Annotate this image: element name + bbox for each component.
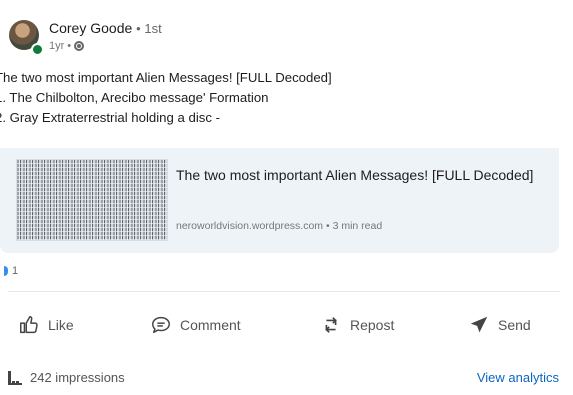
link-thumbnail[interactable] [16, 159, 168, 241]
like-icon [20, 316, 38, 334]
impressions[interactable]: 242 impressions [8, 370, 125, 385]
source-separator: • [325, 220, 333, 232]
reactions-summary[interactable]: 1 [4, 264, 18, 278]
link-source: neroworldvision.wordpress.com • 3 min re… [176, 220, 382, 232]
comment-icon [152, 316, 170, 334]
meta-separator: • [67, 40, 72, 52]
post-line: 1. The Chilbolton, Arecibo message' Form… [0, 90, 269, 105]
repost-icon [325, 317, 337, 333]
author-line: Corey Goode • 1st [49, 20, 162, 36]
link-preview-card[interactable]: The two most important Alien Messages! [… [0, 148, 559, 253]
comment-button[interactable]: Comment [150, 308, 241, 342]
link-domain: neroworldvision.wordpress.com [176, 220, 324, 232]
reaction-icon [4, 266, 8, 276]
send-icon [470, 316, 488, 333]
send-button[interactable]: Send [468, 308, 531, 342]
post-text: The two most important Alien Messages! [… [0, 68, 560, 128]
post-actions: Like Comment Repost Send [0, 308, 573, 342]
reaction-count: 1 [12, 265, 19, 277]
post-line: The two most important Alien Messages! [… [0, 70, 332, 85]
send-label: Send [498, 317, 531, 333]
comment-label: Comment [180, 317, 241, 333]
connection-degree: • 1st [136, 21, 162, 36]
like-label: Like [48, 317, 74, 333]
link-read-time: 3 min read [332, 220, 383, 232]
view-analytics-link[interactable]: View analytics [477, 370, 559, 385]
feed-post: Corey Goode • 1st 1yr • The two most imp… [0, 0, 573, 395]
post-footer: 242 impressions View analytics [0, 368, 573, 388]
repost-button[interactable]: Repost [320, 308, 394, 342]
post-line: 2. Gray Extraterrestrial holding a disc … [0, 110, 221, 125]
divider [8, 291, 560, 292]
post-time: 1yr [49, 40, 65, 52]
link-title[interactable]: The two most important Alien Messages! [… [176, 164, 546, 186]
online-status-indicator [31, 43, 44, 56]
analytics-icon [8, 370, 22, 385]
like-button[interactable]: Like [18, 308, 74, 342]
post-header: Corey Goode • 1st 1yr • [9, 18, 409, 58]
globe-icon [74, 41, 85, 51]
post-meta: 1yr • [49, 40, 85, 52]
repost-label: Repost [350, 317, 395, 333]
degree-label: 1st [144, 21, 162, 36]
impressions-label: 242 impressions [30, 370, 125, 385]
author-name[interactable]: Corey Goode [49, 20, 132, 36]
